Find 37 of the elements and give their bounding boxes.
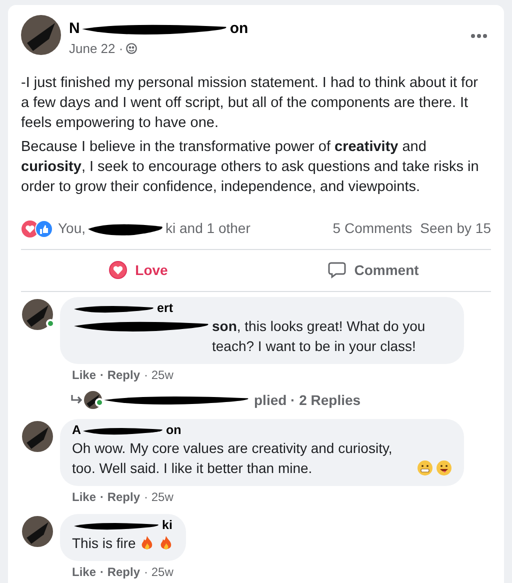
grin-emoji-icon: [436, 460, 452, 476]
comment-time: · 25w: [144, 564, 174, 580]
commenter-name[interactable]: ert: [157, 299, 173, 318]
more-icon: [470, 33, 488, 39]
commenter-name[interactable]: A: [72, 421, 82, 440]
reply-link[interactable]: · Reply: [100, 488, 140, 506]
reply-link[interactable]: · Reply: [100, 562, 140, 580]
avatar-icon: [21, 15, 61, 55]
like-link[interactable]: Like: [72, 488, 96, 506]
grimace-emoji-icon: [417, 460, 433, 476]
comment-button[interactable]: Comment: [328, 260, 419, 280]
audience-icon: [126, 43, 138, 54]
post-date: June 22 ·: [69, 40, 124, 58]
comment-text: This is fire: [72, 534, 136, 552]
author-name: N: [69, 18, 80, 39]
commenter-name[interactable]: on: [166, 421, 182, 440]
commenter-name[interactable]: ki: [162, 516, 172, 535]
author-name: on: [230, 18, 248, 39]
like-link[interactable]: Like: [72, 366, 96, 384]
love-button[interactable]: Love: [109, 260, 168, 280]
avatar-icon: [22, 298, 53, 330]
reaction-icons: [21, 220, 53, 238]
comment-time: · 25w: [144, 366, 174, 384]
comment-text: Oh wow. My core values are creativity and curiosity, too. Well said. I like it better than mine.: [72, 438, 394, 478]
reply-link[interactable]: · Reply: [100, 366, 140, 384]
comments-count[interactable]: 5 Comments: [332, 218, 412, 239]
like-link[interactable]: Like: [72, 562, 96, 580]
post-text: -I just finished my personal mission statement. I had to think about it for a few days and I went off script, but all of the components are there. It feels empowering to have one.: [21, 74, 479, 132]
view-replies-link[interactable]: plied · 2 Replies: [254, 390, 361, 410]
post-text: Because I believe in the transformative power of creativity and curiosity, I seek to encourage others to ask questions and take risks in order to grow their confidence, independence, and viewpoints.: [21, 138, 479, 196]
reply-arrow-icon: [70, 394, 84, 406]
comment-icon: [328, 261, 346, 279]
reaction-names: ki and 1 other: [166, 219, 250, 238]
comment-time: · 25w: [144, 488, 174, 506]
reaction-names: You,: [58, 219, 86, 238]
comment-text: son, this looks great! What do you teach? I want to be in your class!: [212, 316, 426, 356]
seen-count: Seen by 15: [420, 219, 491, 238]
